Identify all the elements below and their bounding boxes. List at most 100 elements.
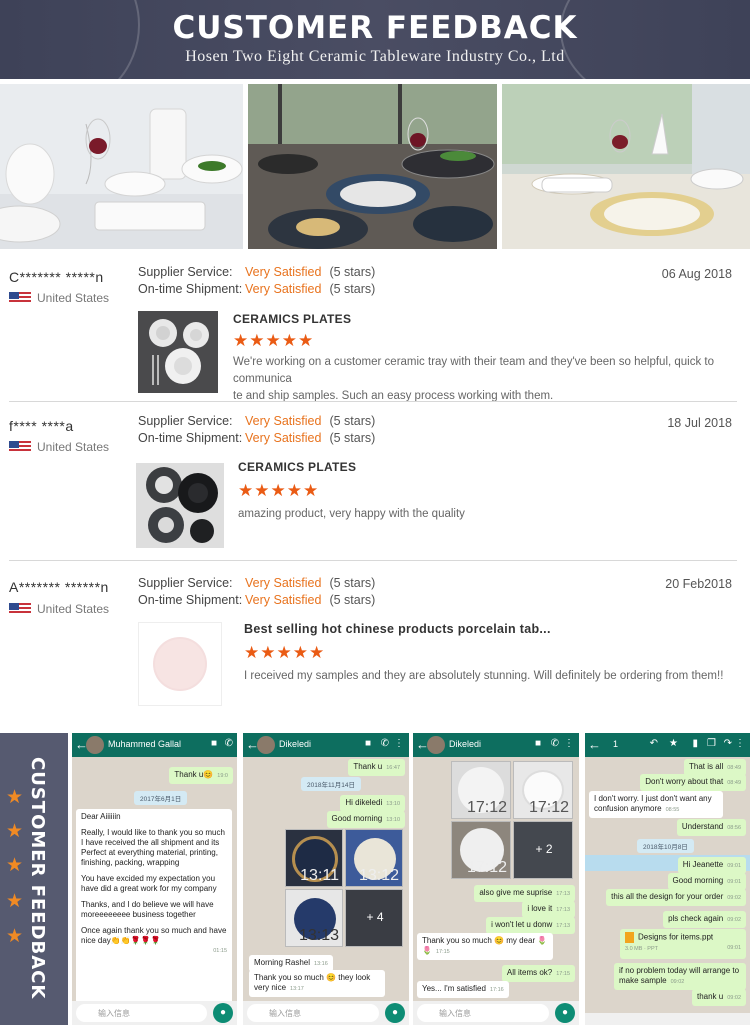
back-arrow-icon[interactable]: ← <box>588 737 601 752</box>
message-text: Hi Jeanette <box>682 860 724 869</box>
more-options-icon[interactable]: ⋮ <box>735 738 745 749</box>
message-text: Good morning <box>672 876 724 885</box>
review-date: 18 Jul 2018 <box>667 416 732 430</box>
review-card: C******* *****n United States Supplier S… <box>0 258 750 403</box>
product-title[interactable]: Best selling hot chinese products porcel… <box>244 622 551 636</box>
file-icon <box>625 932 634 943</box>
mic-icon[interactable]: ● <box>213 1003 233 1023</box>
message-text: i won't let u donw <box>491 920 553 929</box>
message-time: 13:12 <box>358 867 399 884</box>
phone-icon[interactable]: ✆ <box>225 738 233 749</box>
delete-icon[interactable]: ▮ <box>692 738 698 749</box>
message-text: You have excided my expectation you have… <box>81 874 217 893</box>
mic-icon[interactable]: ● <box>555 1003 575 1023</box>
message-time: 09:01 <box>727 945 741 951</box>
message-text: Thanks, and I do believe we will have mo… <box>81 900 214 919</box>
more-options-icon[interactable]: ⋮ <box>564 738 574 749</box>
chat-input-bar: 输入信息 ● <box>243 1001 409 1025</box>
video-call-icon[interactable]: ■ <box>365 738 371 749</box>
video-call-icon[interactable]: ■ <box>535 738 541 749</box>
star-icon[interactable]: ★ <box>669 738 678 749</box>
chat-image[interactable]: 17:12 <box>451 761 511 819</box>
message-text: Dear Aiiiiiin <box>81 812 121 821</box>
message-time: 19:0 <box>217 773 228 779</box>
shipment-rating: On-time Shipment: Very Satisfied (5 stars) <box>138 431 375 445</box>
message-time: 09:02 <box>727 917 741 923</box>
chat-image[interactable]: 17:12 <box>451 821 511 879</box>
chat-header: ← 1 ↶ ★ ▮ ❐ ↷ ⋮ <box>585 733 750 757</box>
chat-image-more[interactable]: + 4 <box>345 889 403 947</box>
forward-icon[interactable]: ↷ <box>724 738 732 749</box>
message-time: 17:12 <box>528 799 569 816</box>
chat-screenshot-1: ← Muhammed Gallal ■ ✆ Thank u😊 19:0 2017年… <box>72 733 237 1025</box>
more-options-icon[interactable]: ⋮ <box>394 738 404 749</box>
chat-image[interactable]: 17:12 <box>513 761 573 819</box>
product-title[interactable]: CERAMICS PLATES <box>238 460 356 474</box>
message-time: 08:49 <box>727 765 741 771</box>
message-time: 08:55 <box>665 807 680 813</box>
review-date: 06 Aug 2018 <box>661 267 732 281</box>
feedback-side-banner: CUSTOMER FEEDBACK ★ ★ ★ ★ ★ <box>0 733 68 1025</box>
message-text: Good morning <box>331 814 383 823</box>
message-time: 13:11 <box>300 867 339 884</box>
review-comment: I received my samples and they are absol… <box>244 668 744 685</box>
reply-icon[interactable]: ↶ <box>650 738 658 749</box>
supplier-service-rating: Supplier Service: Very Satisfied (5 stars) <box>138 265 375 279</box>
message-text: That is all <box>689 762 724 771</box>
product-thumbnail[interactable] <box>138 311 218 393</box>
message-text: Hi dikeledi <box>345 798 383 807</box>
rating-stars-icon: ★★★★★ <box>238 481 320 500</box>
message-input[interactable]: 输入信息 <box>247 1004 379 1022</box>
product-title[interactable]: CERAMICS PLATES <box>233 312 351 326</box>
avatar <box>86 736 104 754</box>
review-divider <box>9 560 737 561</box>
video-call-icon[interactable]: ■ <box>211 738 217 749</box>
message-time: 17:16 <box>489 987 504 993</box>
us-flag-icon <box>9 603 31 615</box>
country-label: United States <box>37 291 110 305</box>
star-icon: ★ <box>6 787 24 808</box>
avatar <box>427 736 445 754</box>
us-flag-icon <box>9 441 31 453</box>
photo-strip <box>0 84 750 249</box>
message-text: Morning Rashel <box>254 958 311 967</box>
message-input[interactable]: 输入信息 <box>76 1004 207 1022</box>
message-bubble: Hi dikeledi 13:10 <box>340 795 405 812</box>
message-bubble: Yes... I'm satisfied 17:16 <box>417 981 509 998</box>
product-thumbnail[interactable] <box>138 622 222 706</box>
mic-icon[interactable]: ● <box>385 1003 405 1023</box>
message-input[interactable]: 输入信息 <box>417 1004 549 1022</box>
date-chip: 2018年10月8日 <box>637 839 694 853</box>
company-name: Hosen Two Eight Ceramic Tableware Indust… <box>185 48 565 65</box>
chat-input-bar <box>585 1013 750 1025</box>
reviewer-name: A******* ******n <box>9 579 109 595</box>
supplier-service-stars: (5 stars) <box>329 576 376 590</box>
review-card: f**** ****a United States Supplier Servi… <box>0 408 750 558</box>
phone-icon[interactable]: ✆ <box>381 738 389 749</box>
us-flag-icon <box>9 292 31 304</box>
chat-image[interactable]: 13:11 <box>285 829 343 887</box>
message-text: All items ok? <box>506 968 553 977</box>
message-time: 13:10 <box>386 817 400 823</box>
message-time: 09:02 <box>727 895 741 901</box>
review-card: A******* ******n United States Supplier … <box>0 568 750 708</box>
message-time: 17:13 <box>556 923 570 929</box>
chat-image-more[interactable]: + 2 <box>513 821 573 879</box>
message-time: 17:13 <box>556 891 570 897</box>
shipment-stars: (5 stars) <box>329 593 376 607</box>
chat-image[interactable]: 13:13 <box>285 889 343 947</box>
product-thumbnail[interactable] <box>136 463 224 548</box>
file-attachment[interactable]: Designs for items.ppt 3.0 MB · PPT 09:01 <box>620 929 746 959</box>
chat-image[interactable]: 13:12 <box>345 829 403 887</box>
phone-icon[interactable]: ✆ <box>551 738 559 749</box>
reviewer-country: United States <box>9 602 109 616</box>
supplier-service-label: Supplier Service: <box>138 576 233 590</box>
message-time: 16:47 <box>386 765 400 771</box>
message-text: Thank u😊 <box>174 770 214 779</box>
supplier-service-stars: (5 stars) <box>329 265 376 279</box>
reviewer-country: United States <box>9 291 109 305</box>
date-chip: 2017年6月1日 <box>134 791 188 805</box>
message-bubble[interactable]: Hi Jeanette 09:01 <box>677 857 746 874</box>
copy-icon[interactable]: ❐ <box>707 738 716 749</box>
supplier-service-value: Very Satisfied <box>245 414 322 428</box>
